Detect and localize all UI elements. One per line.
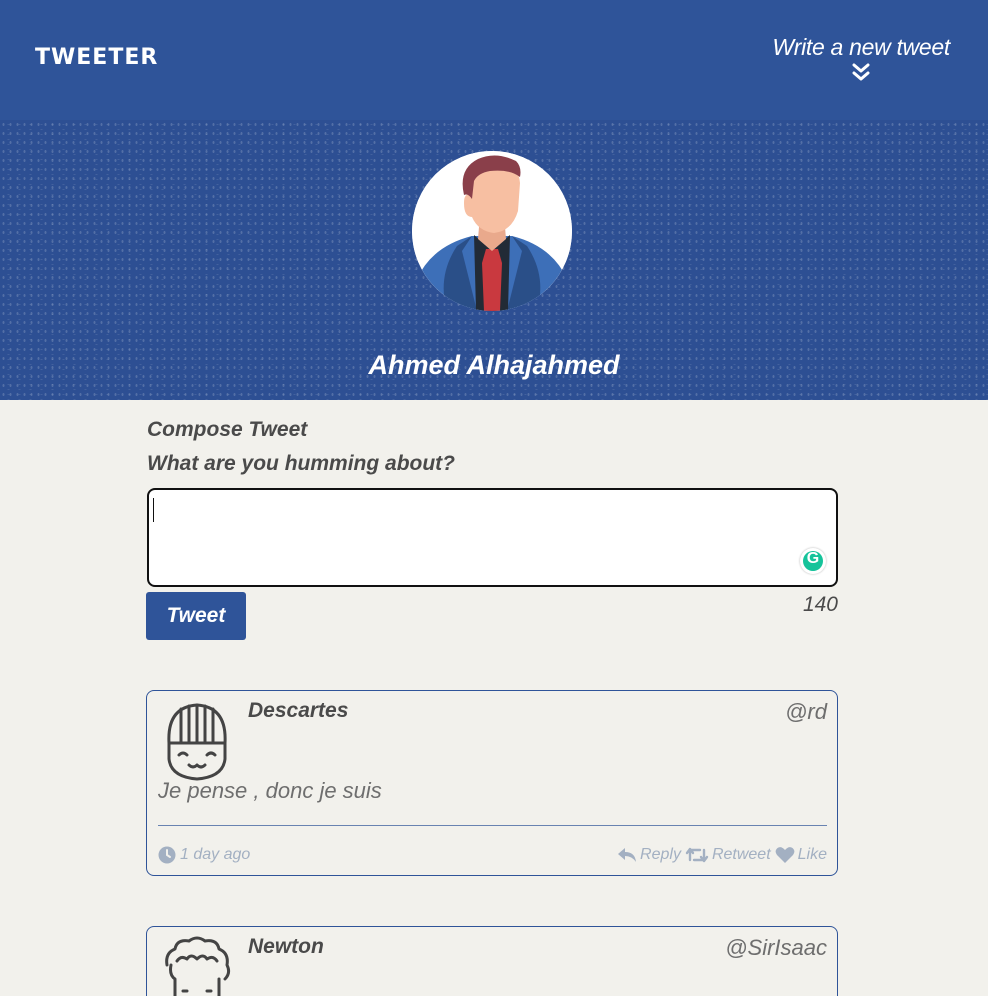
tweet-text: Je pense , donc je suis: [158, 778, 382, 803]
tweet-author-name[interactable]: Newton: [248, 935, 324, 959]
reply-arrow-icon: [618, 848, 637, 862]
double-chevron-down-icon[interactable]: [852, 63, 870, 83]
profile-avatar: [412, 151, 572, 311]
tweet-submit-button[interactable]: Tweet: [146, 592, 246, 640]
retweet-button[interactable]: Retweet: [685, 846, 771, 864]
clock-icon: [158, 846, 176, 864]
businessman-avatar-icon: [412, 151, 572, 311]
tweet-actions: Reply Retweet Like: [613, 846, 827, 864]
reply-button[interactable]: Reply: [617, 846, 681, 864]
text-caret: [153, 498, 154, 522]
tweet-author-handle[interactable]: @rd: [785, 699, 827, 725]
write-new-tweet-label[interactable]: Write a new tweet: [772, 34, 950, 61]
cartoon-girl-avatar-icon: [167, 703, 227, 781]
tweet-textarea[interactable]: G: [147, 488, 838, 587]
heart-icon: [775, 847, 795, 863]
retweet-icon: [685, 847, 709, 863]
write-new-tweet-toggle[interactable]: Write a new tweet: [772, 34, 950, 83]
compose-tweet-section: Compose Tweet What are you humming about…: [146, 418, 838, 640]
profile-header: Ahmed Alhajahmed: [0, 120, 988, 400]
tweet-card: Newton @SirIsaac: [146, 926, 838, 996]
like-button[interactable]: Like: [775, 846, 827, 864]
like-label: Like: [797, 846, 827, 863]
top-nav: TWEETER Write a new tweet: [0, 0, 988, 120]
compose-prompt: What are you humming about?: [147, 452, 455, 475]
tweet-time-label: 1 day ago: [180, 846, 251, 863]
tweet-divider: [158, 825, 827, 826]
grammarly-letter: G: [806, 550, 820, 567]
reply-label: Reply: [640, 846, 681, 863]
compose-title: Compose Tweet: [147, 418, 308, 441]
character-counter: 140: [802, 593, 838, 616]
tweet-author-handle[interactable]: @SirIsaac: [725, 935, 827, 961]
tweet-timestamp: 1 day ago: [158, 846, 250, 864]
brand-logo[interactable]: TWEETER: [35, 45, 158, 70]
profile-name: Ahmed Alhajahmed: [368, 350, 620, 380]
tweet-card: Descartes @rd Je pense , donc je suis 1 …: [146, 690, 838, 876]
tweet-author-name[interactable]: Descartes: [248, 699, 348, 723]
cartoon-curly-hair-avatar-icon: [165, 936, 231, 996]
grammarly-icon[interactable]: G: [800, 548, 826, 574]
retweet-label: Retweet: [711, 846, 771, 863]
